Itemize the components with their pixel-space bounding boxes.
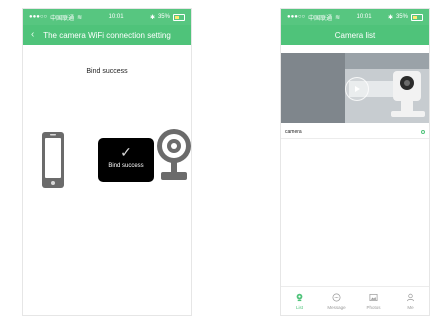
- tab-label: Me: [407, 304, 414, 310]
- wifi-icon: ≋: [335, 14, 341, 21]
- tab-label: Photos: [366, 304, 381, 310]
- status-bar: ●●●○○ 中国联通 ≋ 10:01 ✱ 35%: [23, 9, 191, 25]
- tab-me[interactable]: Me: [396, 293, 426, 310]
- battery-icon: [410, 13, 423, 21]
- carrier-label: 中国联通: [50, 15, 75, 22]
- battery-label: 35%: [157, 14, 170, 20]
- chat-icon: [332, 293, 342, 303]
- battery-icon: [172, 13, 185, 21]
- bind-success-toast: ✓ Bind success: [98, 138, 154, 182]
- chevron-left-icon[interactable]: ‹: [31, 30, 34, 40]
- phone-icon: [42, 132, 64, 188]
- camera-list-screen: ●●●○○ 中国联通 ≋ 10:01 ✱ 35% Camera list cam…: [280, 8, 430, 316]
- online-dot-icon: [421, 129, 425, 134]
- tab-list[interactable]: List: [285, 293, 315, 310]
- signal-icon: ●●●○○: [287, 14, 306, 20]
- navigation-bar: ‹ The camera WiFi connection setting: [23, 25, 191, 45]
- camera-icon: [157, 129, 191, 180]
- bind-illustration: ✓ Bind success: [41, 125, 191, 193]
- bind-success-heading: Bind success: [86, 68, 128, 75]
- tab-label: List: [295, 304, 303, 310]
- person-icon: [406, 293, 416, 303]
- page-title: The camera WiFi connection setting: [43, 30, 171, 40]
- signal-icon: ●●●○○: [29, 14, 48, 20]
- carrier-label: 中国联通: [308, 15, 333, 22]
- camera-name: camera: [285, 128, 302, 135]
- status-time: 10:01: [108, 14, 124, 20]
- tab-label: Message: [327, 304, 346, 310]
- camera-icon: [295, 293, 305, 303]
- play-icon[interactable]: [345, 77, 369, 101]
- image-icon: [369, 293, 379, 303]
- camera-list-item[interactable]: camera: [281, 125, 429, 139]
- navigation-bar: Camera list: [281, 25, 429, 45]
- camera-wifi-setting-screen: ●●●○○ 中国联通 ≋ 10:01 ✱ 35% ‹ The camera Wi…: [22, 8, 192, 316]
- camera-thumbnail[interactable]: [281, 53, 429, 123]
- battery-label: 35%: [395, 14, 408, 20]
- wifi-icon: ≋: [77, 14, 83, 21]
- check-icon: ✓: [120, 144, 132, 160]
- page-title: Camera list: [334, 30, 376, 40]
- bluetooth-icon: ✱: [149, 14, 155, 21]
- status-bar: ●●●○○ 中国联通 ≋ 10:01 ✱ 35%: [281, 9, 429, 25]
- bluetooth-icon: ✱: [387, 14, 393, 21]
- tab-message[interactable]: Message: [322, 293, 352, 310]
- toast-label: Bind success: [108, 163, 144, 169]
- bottom-tab-bar: List Message Photos Me: [281, 286, 429, 315]
- tab-photos[interactable]: Photos: [359, 293, 389, 310]
- status-time: 10:01: [356, 14, 372, 20]
